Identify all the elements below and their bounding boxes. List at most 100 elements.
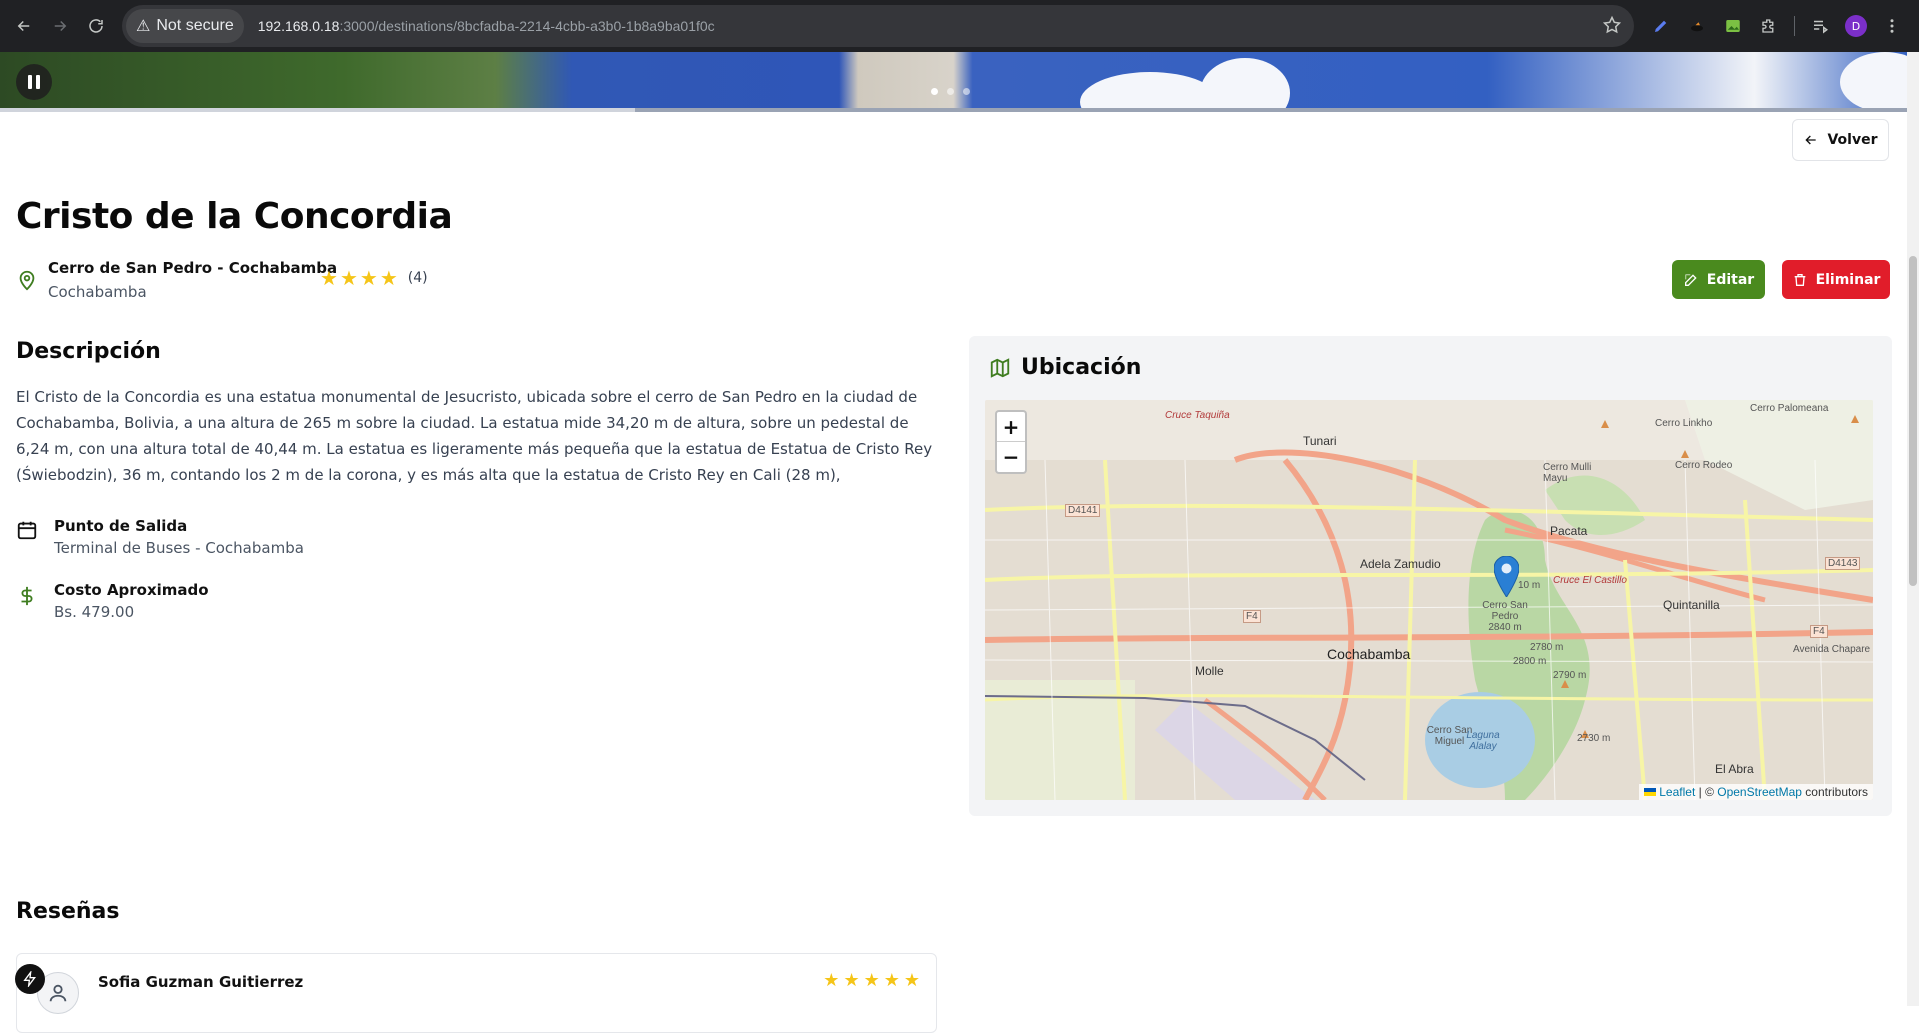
map-label-cerro-palomeana: Cerro Palomeana bbox=[1750, 403, 1829, 414]
delete-label: Eliminar bbox=[1815, 271, 1881, 288]
rating: ★ ★ ★ ★ (4) bbox=[320, 268, 428, 288]
hero-cloud bbox=[1080, 72, 1220, 112]
trash-icon bbox=[1794, 273, 1805, 286]
back-button-label: Volver bbox=[1827, 132, 1878, 148]
carousel-dot[interactable] bbox=[963, 88, 970, 95]
review-rating: ★ ★ ★ ★ ★ bbox=[823, 970, 920, 991]
map-label-cerro-rodeo: Cerro Rodeo bbox=[1675, 460, 1733, 471]
review-author: Sofia Guzman Guitierrez bbox=[98, 973, 304, 991]
carousel-progress-track bbox=[635, 108, 1907, 112]
location-city: Cochabamba bbox=[48, 283, 147, 301]
profile-avatar[interactable]: D bbox=[1845, 15, 1867, 37]
departure-value: Terminal de Buses - Cochabamba bbox=[54, 539, 304, 557]
osm-link[interactable]: OpenStreetMap bbox=[1717, 785, 1802, 799]
location-heading-text: Ubicación bbox=[1021, 355, 1142, 380]
reload-icon[interactable] bbox=[82, 12, 110, 40]
star-icon: ★ bbox=[823, 970, 840, 991]
map-view[interactable]: Cruce Taquiña Tunari Cerro Linkho Cerro … bbox=[985, 400, 1873, 800]
url-path: :3000/destinations/8bcfadba-2214-4cbb-a3… bbox=[339, 18, 715, 34]
map-label-laguna: Laguna Alalay bbox=[1466, 730, 1500, 752]
scrollbar-thumb[interactable] bbox=[1909, 256, 1917, 586]
star-icon: ★ bbox=[903, 970, 920, 991]
map-label-pacata: Pacata bbox=[1550, 524, 1588, 538]
carousel-dots bbox=[931, 88, 970, 95]
carousel-progress bbox=[0, 108, 635, 112]
url-text[interactable]: 192.168.0.18:3000/destinations/8bcfadba-… bbox=[258, 18, 715, 34]
star-icon: ★ bbox=[379, 266, 398, 290]
map-label-f4a: F4 bbox=[1243, 610, 1261, 623]
media-queue-icon[interactable] bbox=[1809, 15, 1831, 37]
map-label-e2780: 2780 m bbox=[1530, 642, 1564, 653]
map-icon bbox=[990, 357, 1010, 378]
carousel-dot[interactable] bbox=[947, 88, 954, 95]
cost-info: Costo Aproximado Bs. 479.00 bbox=[16, 581, 209, 621]
address-bar[interactable]: ⚠ Not secure 192.168.0.18:3000/destinati… bbox=[122, 5, 1634, 47]
zoom-out-button[interactable]: − bbox=[997, 442, 1025, 472]
pen-extension-icon[interactable] bbox=[1650, 15, 1672, 37]
cat-extension-icon[interactable] bbox=[1686, 15, 1708, 37]
departure-label: Punto de Salida bbox=[54, 517, 188, 535]
dollar-icon bbox=[16, 583, 40, 621]
leaflet-link[interactable]: Leaflet bbox=[1659, 785, 1695, 799]
review-card: Sofia Guzman Guitierrez ★ ★ ★ ★ ★ bbox=[16, 953, 937, 1033]
hero-carousel bbox=[0, 52, 1907, 112]
zoom-in-button[interactable]: + bbox=[997, 412, 1025, 442]
map-label-avenida-chapare: Avenida Chapare bbox=[1793, 644, 1871, 655]
back-arrow-icon[interactable] bbox=[10, 12, 38, 40]
star-icon: ★ bbox=[359, 266, 378, 290]
edit-button[interactable]: Editar bbox=[1672, 260, 1765, 299]
map-zoom-control: + − bbox=[995, 410, 1027, 474]
forward-arrow-icon[interactable] bbox=[46, 12, 74, 40]
map-attribution: Leaflet | © OpenStreetMap contributors bbox=[1639, 784, 1873, 800]
browser-toolbar: ⚠ Not secure 192.168.0.18:3000/destinati… bbox=[0, 0, 1919, 52]
map-label-cerro-mulli: Cerro Mulli Mayu bbox=[1543, 462, 1592, 484]
arrow-left-icon bbox=[1805, 135, 1817, 145]
cost-value: Bs. 479.00 bbox=[54, 603, 135, 621]
cost-label: Costo Aproximado bbox=[54, 581, 209, 599]
map-label-quintanilla: Quintanilla bbox=[1663, 598, 1720, 612]
star-icon: ★ bbox=[883, 970, 900, 991]
puzzle-extensions-icon[interactable] bbox=[1758, 15, 1780, 37]
image-extension-icon[interactable] bbox=[1722, 15, 1744, 37]
url-host: 192.168.0.18 bbox=[257, 18, 340, 34]
ukraine-flag-icon bbox=[1644, 788, 1657, 796]
map-pin-icon bbox=[16, 268, 38, 296]
rating-count: (4) bbox=[407, 270, 428, 286]
map-label-e2790: 2790 m bbox=[1553, 670, 1587, 681]
star-icon: ★ bbox=[320, 266, 338, 290]
departure-info: Punto de Salida Terminal de Buses - Coch… bbox=[16, 517, 304, 557]
bookmark-star-icon[interactable] bbox=[1602, 15, 1622, 39]
map-label-cruce-castillo: Cruce El Castillo bbox=[1553, 575, 1627, 586]
map-label-e2730: 2730 m bbox=[1577, 733, 1611, 744]
page-title: Cristo de la Concordia bbox=[16, 196, 453, 237]
map-label-cochabamba: Cochabamba bbox=[1327, 646, 1411, 662]
extensions-bar: D bbox=[1650, 0, 1903, 52]
edit-icon bbox=[1684, 273, 1697, 286]
description-text: El Cristo de la Concordia es una estatua… bbox=[16, 388, 933, 484]
security-chip[interactable]: ⚠ Not secure bbox=[126, 9, 244, 43]
map-label-adela: Adela Zamudio bbox=[1360, 557, 1441, 571]
description-heading: Descripción bbox=[16, 339, 161, 364]
lightning-icon[interactable] bbox=[15, 964, 45, 994]
edit-label: Editar bbox=[1706, 271, 1755, 288]
map-label-d4143: D4143 bbox=[1825, 557, 1861, 570]
back-button[interactable]: Volver bbox=[1792, 119, 1889, 161]
map-label-e10: 10 m bbox=[1518, 580, 1541, 591]
carousel-dot[interactable] bbox=[931, 88, 938, 95]
more-menu-icon[interactable] bbox=[1881, 15, 1903, 37]
map-label-molle: Molle bbox=[1195, 664, 1224, 678]
attribution-separator: | © bbox=[1695, 785, 1718, 799]
toolbar-divider bbox=[1794, 16, 1795, 36]
carousel-pause-button[interactable] bbox=[16, 64, 52, 100]
location-card: Ubicación Cruce Taquiña Tunari Cerro Lin… bbox=[969, 336, 1892, 816]
map-label-el-abra: El Abra bbox=[1715, 762, 1754, 776]
hero-cloud bbox=[1840, 52, 1907, 112]
location-heading: Ubicación bbox=[989, 355, 1141, 380]
delete-button[interactable]: Eliminar bbox=[1782, 260, 1890, 299]
map-label-cruce-taquina: Cruce Taquiña bbox=[1165, 410, 1230, 421]
star-icon: ★ bbox=[863, 970, 880, 991]
map-label-tunari: Tunari bbox=[1303, 434, 1337, 448]
warning-icon: ⚠ bbox=[136, 18, 151, 35]
reviews-heading: Reseñas bbox=[16, 899, 120, 924]
star-icon: ★ bbox=[339, 266, 358, 290]
